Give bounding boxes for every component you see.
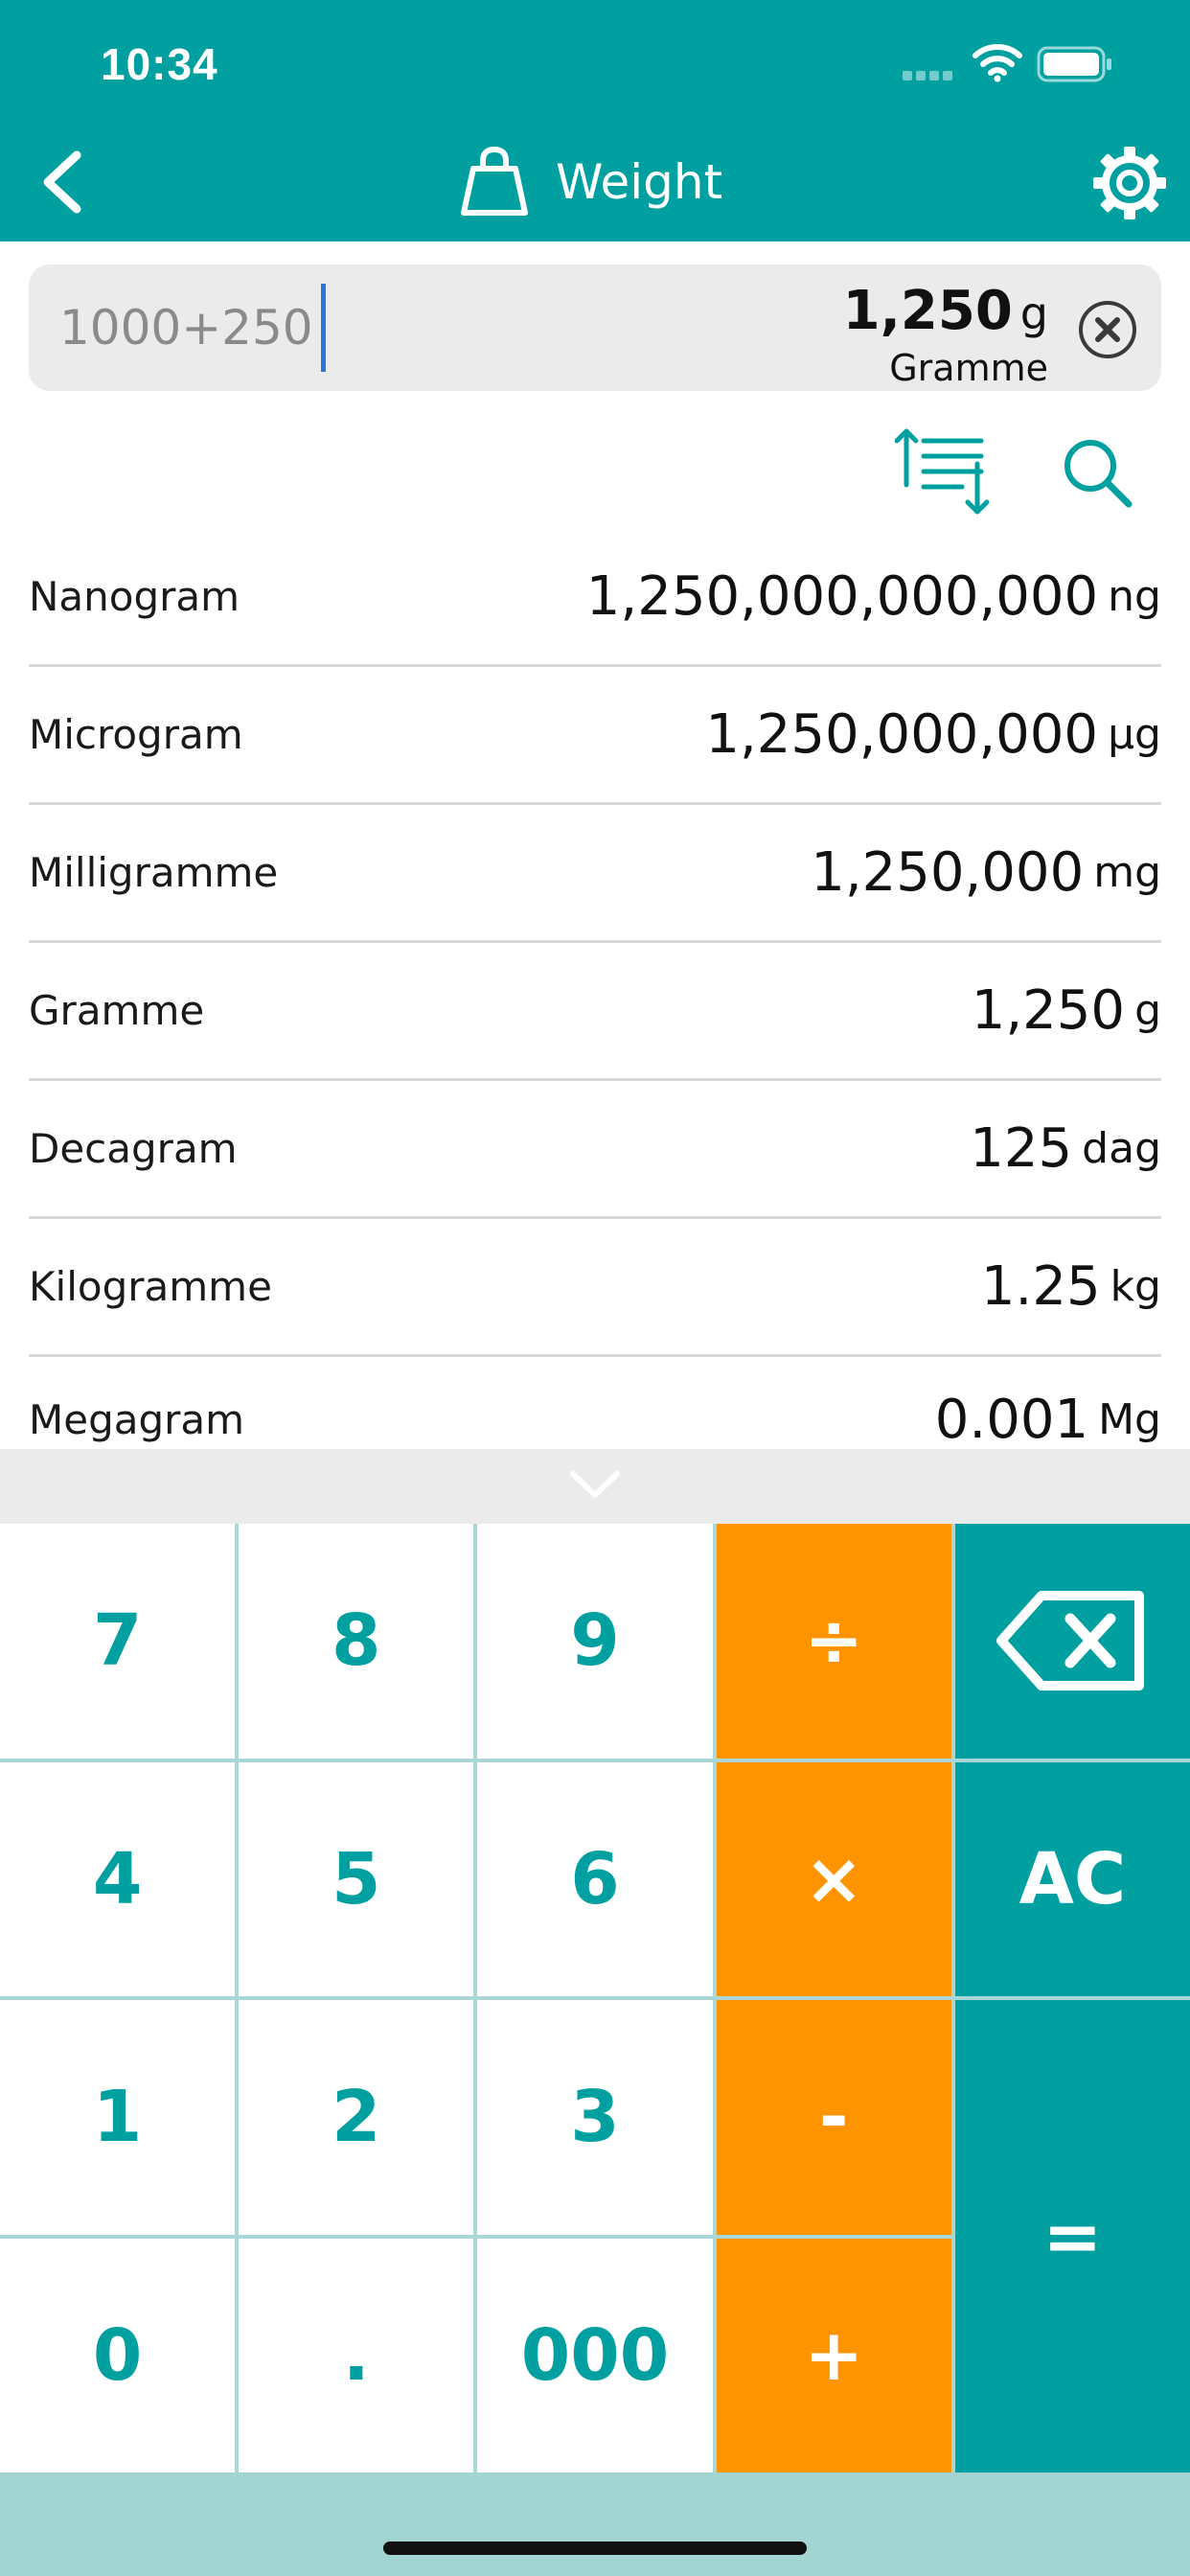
unit-row-decagram[interactable]: Decagram 125 dag bbox=[29, 1081, 1161, 1219]
key-clear-all[interactable]: AC bbox=[954, 1761, 1190, 1996]
expression-text: 1000+250 bbox=[59, 300, 313, 356]
unit-row-kilogramme[interactable]: Kilogramme 1.25 kg bbox=[29, 1219, 1161, 1357]
header: 10:34 Weight bbox=[0, 0, 1190, 242]
unit-symbol: kg bbox=[1110, 1262, 1161, 1311]
unit-value: 125 bbox=[970, 1117, 1073, 1180]
unit-value: 0.001 bbox=[934, 1388, 1089, 1451]
signal-icon bbox=[903, 71, 960, 80]
key-1[interactable]: 1 bbox=[0, 2000, 236, 2235]
bottom-bar bbox=[0, 2472, 1190, 2576]
status-icons bbox=[903, 0, 1190, 115]
expression-display: 1000+250 bbox=[59, 284, 326, 372]
text-caret bbox=[320, 284, 326, 372]
home-indicator[interactable] bbox=[383, 2542, 807, 2555]
unit-symbol: mg bbox=[1093, 848, 1161, 897]
unit-name: Gramme bbox=[29, 987, 205, 1034]
unit-value-group: 1,250,000,000 µg bbox=[705, 667, 1161, 802]
key-4[interactable]: 4 bbox=[0, 1761, 236, 1996]
app-root: 10:34 Weight 1000+250 1,250 g Gramme Nan… bbox=[0, 0, 1190, 2576]
unit-name: Microgram bbox=[29, 711, 243, 758]
key-9[interactable]: 9 bbox=[477, 1524, 713, 1759]
key-equals[interactable]: = bbox=[954, 2000, 1190, 2472]
unit-list: Nanogram 1,250,000,000,000 ng Microgram … bbox=[29, 529, 1161, 1482]
unit-value: 1.25 bbox=[980, 1255, 1101, 1318]
key-0[interactable]: 0 bbox=[0, 2238, 236, 2472]
unit-value: 1,250,000,000,000 bbox=[585, 565, 1099, 628]
chevron-down-icon bbox=[570, 1471, 620, 1498]
nav-title-group: Weight bbox=[456, 144, 722, 220]
key-6[interactable]: 6 bbox=[477, 1761, 713, 1996]
expression-field[interactable]: 1000+250 1,250 g Gramme bbox=[29, 264, 1161, 391]
unit-row-nanogram[interactable]: Nanogram 1,250,000,000,000 ng bbox=[29, 529, 1161, 667]
unit-symbol: g bbox=[1134, 986, 1161, 1035]
unit-row-gramme[interactable]: Gramme 1,250 g bbox=[29, 943, 1161, 1081]
key-000[interactable]: 000 bbox=[477, 2238, 713, 2472]
key-dot[interactable]: . bbox=[239, 2238, 474, 2472]
result-unit-name: Gramme bbox=[889, 347, 1048, 389]
result-symbol: g bbox=[1019, 288, 1048, 339]
unit-value-group: 1,250,000,000,000 ng bbox=[586, 529, 1161, 664]
result-value: 1,250 bbox=[842, 280, 1013, 342]
unit-name: Kilogramme bbox=[29, 1263, 272, 1310]
key-8[interactable]: 8 bbox=[239, 1524, 474, 1759]
unit-name: Nanogram bbox=[29, 573, 240, 620]
back-button[interactable] bbox=[29, 144, 96, 220]
key-2[interactable]: 2 bbox=[239, 2000, 474, 2235]
unit-value: 1,250 bbox=[971, 979, 1126, 1042]
page-title: Weight bbox=[556, 154, 723, 210]
result-block: 1,250 g Gramme bbox=[843, 274, 1048, 387]
unit-symbol: dag bbox=[1082, 1124, 1161, 1173]
key-3[interactable]: 3 bbox=[477, 2000, 713, 2235]
unit-value-group: 1,250,000 mg bbox=[811, 805, 1161, 940]
unit-symbol: ng bbox=[1108, 572, 1161, 621]
key-5[interactable]: 5 bbox=[239, 1761, 474, 1996]
battery-icon bbox=[1037, 46, 1111, 82]
unit-row-microgram[interactable]: Microgram 1,250,000,000 µg bbox=[29, 667, 1161, 805]
unit-name: Milligramme bbox=[29, 849, 279, 896]
key-7[interactable]: 7 bbox=[0, 1524, 236, 1759]
weight-icon bbox=[461, 146, 528, 216]
close-circle-icon[interactable] bbox=[1077, 299, 1138, 360]
key-multiply[interactable]: × bbox=[716, 1761, 951, 1996]
key-plus[interactable]: + bbox=[716, 2238, 951, 2472]
sort-icon[interactable] bbox=[895, 427, 998, 516]
unit-value-group: 1,250 g bbox=[972, 943, 1161, 1078]
collapse-keypad-button[interactable] bbox=[0, 1449, 1190, 1524]
unit-value: 1,250,000 bbox=[811, 841, 1085, 904]
status-time: 10:34 bbox=[101, 39, 218, 89]
key-divide[interactable]: ÷ bbox=[716, 1524, 951, 1759]
unit-value-group: 125 dag bbox=[970, 1081, 1161, 1216]
backspace-button[interactable] bbox=[954, 1524, 1190, 1759]
backspace-icon bbox=[996, 1591, 1145, 1691]
wifi-icon bbox=[973, 44, 1022, 82]
result-line: 1,250 g bbox=[843, 274, 1048, 351]
search-icon[interactable] bbox=[1060, 435, 1136, 512]
unit-symbol: Mg bbox=[1098, 1394, 1161, 1444]
unit-symbol: µg bbox=[1108, 710, 1161, 759]
unit-name: Decagram bbox=[29, 1125, 238, 1172]
unit-value-group: 1.25 kg bbox=[981, 1219, 1161, 1354]
gear-icon[interactable] bbox=[1090, 144, 1169, 222]
keypad: 7 8 9 ÷ 4 5 6 × AC 1 2 3 - = 0 . 000 + bbox=[0, 1524, 1190, 2472]
unit-value: 1,250,000,000 bbox=[705, 703, 1099, 766]
key-minus[interactable]: - bbox=[716, 2000, 951, 2235]
unit-row-milligramme[interactable]: Milligramme 1,250,000 mg bbox=[29, 805, 1161, 943]
